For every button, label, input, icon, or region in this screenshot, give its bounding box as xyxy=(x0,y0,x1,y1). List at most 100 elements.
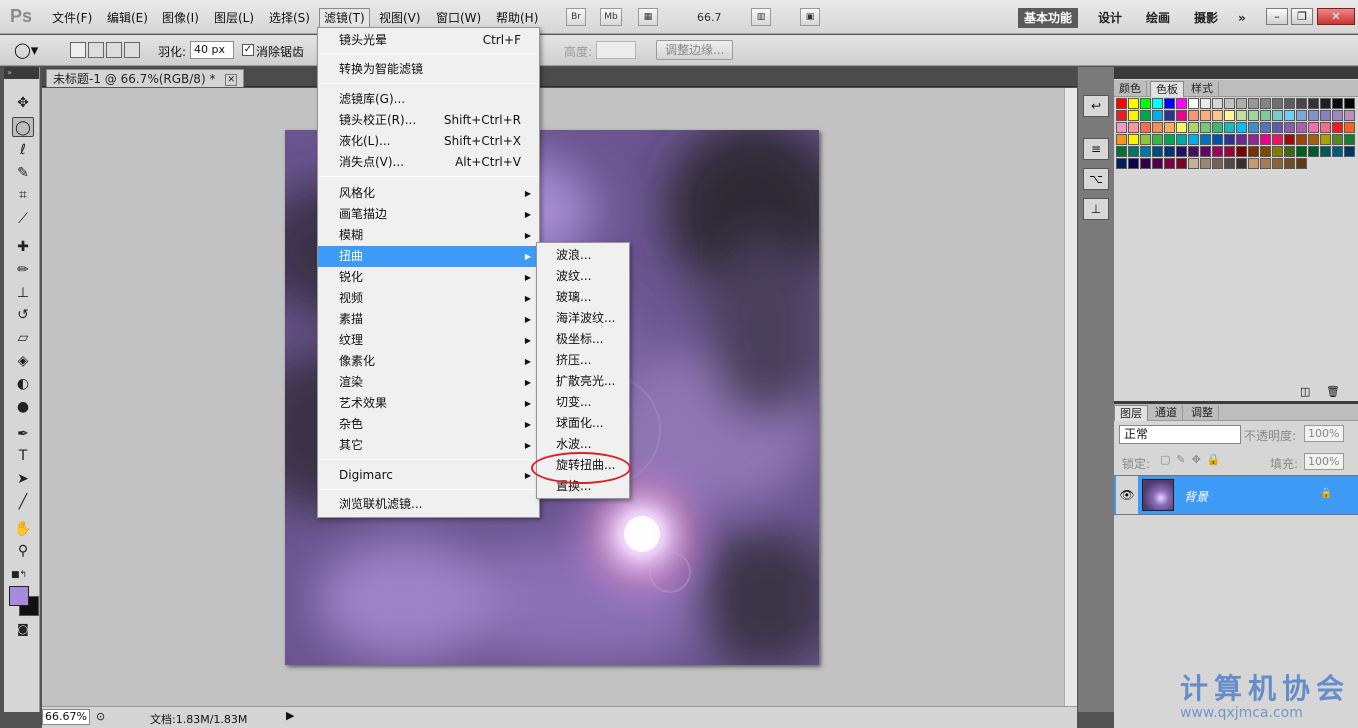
distort-item-wave[interactable]: 波浪... xyxy=(537,245,629,266)
eyedropper-tool-icon[interactable]: ⟋ xyxy=(12,209,34,229)
color-swatch[interactable] xyxy=(1212,134,1223,145)
filter-item-distort[interactable]: 扭曲 ▶ xyxy=(318,246,539,267)
color-swatch[interactable] xyxy=(1200,158,1211,169)
healing-brush-tool-icon[interactable]: ✚ xyxy=(12,237,34,257)
color-swatch[interactable] xyxy=(1200,98,1211,109)
screen-mode-icon[interactable]: ▣ xyxy=(800,8,820,26)
color-swatch[interactable] xyxy=(1272,158,1283,169)
document-tab[interactable]: 未标题-1 @ 66.7%(RGB/8) * ✕ xyxy=(46,69,245,87)
color-swatch[interactable] xyxy=(1140,158,1151,169)
menu-layer[interactable]: 图层(L) xyxy=(210,9,258,27)
filter-item-sharpen[interactable]: 锐化 ▶ xyxy=(318,267,539,288)
bridge-button[interactable]: Br xyxy=(566,8,586,26)
color-swatch[interactable] xyxy=(1140,122,1151,133)
antialias-checkbox[interactable]: ✓ xyxy=(242,44,254,56)
path-selection-tool-icon[interactable]: ➤ xyxy=(12,469,34,489)
layer-row-background[interactable]: 👁 背景 🔒 xyxy=(1114,475,1358,515)
color-swatch[interactable] xyxy=(1212,158,1223,169)
add-to-selection-icon[interactable] xyxy=(88,42,104,58)
color-swatch[interactable] xyxy=(1164,98,1175,109)
tab-swatches[interactable]: 色板 xyxy=(1150,81,1184,97)
color-swatch[interactable] xyxy=(1236,146,1247,157)
color-swatch[interactable] xyxy=(1284,158,1295,169)
status-settings-icon[interactable]: ⊙ xyxy=(96,710,105,723)
color-swatch[interactable] xyxy=(1152,158,1163,169)
color-swatch[interactable] xyxy=(1332,98,1343,109)
color-swatch[interactable] xyxy=(1272,146,1283,157)
color-swatch[interactable] xyxy=(1320,134,1331,145)
tools-panel-header[interactable]: » xyxy=(4,67,39,79)
color-swatch[interactable] xyxy=(1284,98,1295,109)
more-workspaces-icon[interactable]: » xyxy=(1232,8,1252,28)
color-swatch[interactable] xyxy=(1260,110,1271,121)
filter-item-digimarc[interactable]: Digimarc ▶ xyxy=(318,465,539,486)
height-input[interactable] xyxy=(596,41,636,59)
menu-edit[interactable]: 编辑(E) xyxy=(103,9,152,27)
line-tool-icon[interactable]: ╱ xyxy=(12,492,34,512)
color-swatch[interactable] xyxy=(1128,110,1139,121)
menu-window[interactable]: 窗口(W) xyxy=(432,9,485,27)
zoom-level[interactable]: 66.7 xyxy=(697,11,722,24)
restore-icon[interactable]: ❐ xyxy=(1291,8,1313,25)
color-swatch[interactable] xyxy=(1212,122,1223,133)
filter-item-texture[interactable]: 纹理 ▶ xyxy=(318,330,539,351)
minimize-icon[interactable]: – xyxy=(1266,8,1288,25)
lock-options-icon[interactable]: ▢✎✥🔒 xyxy=(1160,453,1227,466)
color-swatch[interactable] xyxy=(1344,146,1355,157)
color-swatch[interactable] xyxy=(1332,146,1343,157)
filter-item-video[interactable]: 视频 ▶ xyxy=(318,288,539,309)
distort-item-spherize[interactable]: 球面化... xyxy=(537,413,629,434)
eraser-tool-icon[interactable]: ▱ xyxy=(12,328,34,348)
color-swatch[interactable] xyxy=(1164,134,1175,145)
color-swatch[interactable] xyxy=(1344,98,1355,109)
color-swatch[interactable] xyxy=(1176,146,1187,157)
vertical-scrollbar[interactable] xyxy=(1064,88,1077,706)
filter-item-lens-correction[interactable]: 镜头校正(R)... Shift+Ctrl+R xyxy=(318,110,539,131)
subtract-from-selection-icon[interactable] xyxy=(106,42,122,58)
delete-swatch-icon[interactable]: 🗑 xyxy=(1326,385,1340,398)
color-swatch[interactable] xyxy=(1116,110,1127,121)
color-swatch[interactable] xyxy=(1188,158,1199,169)
color-swatch[interactable] xyxy=(1224,146,1235,157)
color-swatch[interactable] xyxy=(1308,146,1319,157)
color-swatch[interactable] xyxy=(1188,98,1199,109)
color-swatch[interactable] xyxy=(1260,146,1271,157)
color-swatch[interactable] xyxy=(1308,122,1319,133)
color-swatch[interactable] xyxy=(1320,122,1331,133)
filter-item-gallery[interactable]: 滤镜库(G)... xyxy=(318,89,539,110)
workspace-essentials[interactable]: 基本功能 xyxy=(1018,8,1079,28)
color-swatch[interactable] xyxy=(1248,122,1259,133)
color-swatch[interactable] xyxy=(1248,146,1259,157)
color-swatch[interactable] xyxy=(1308,98,1319,109)
color-swatch[interactable] xyxy=(1320,146,1331,157)
filter-item-browse-online[interactable]: 浏览联机滤镜... xyxy=(318,494,539,515)
close-icon[interactable]: ✕ xyxy=(1317,8,1355,25)
elliptical-marquee-tool-icon[interactable]: ◯ xyxy=(12,117,34,137)
menu-image[interactable]: 图像(I) xyxy=(158,9,203,27)
color-swatch[interactable] xyxy=(1116,134,1127,145)
color-swatch[interactable] xyxy=(1236,98,1247,109)
filter-item-noise[interactable]: 杂色 ▶ xyxy=(318,414,539,435)
tab-adjustments[interactable]: 调整 xyxy=(1186,405,1219,421)
hand-tool-icon[interactable]: ✋ xyxy=(12,519,34,539)
color-swatch[interactable] xyxy=(1140,134,1151,145)
color-swatch[interactable] xyxy=(1212,98,1223,109)
color-swatch[interactable] xyxy=(1236,158,1247,169)
filter-item-sketch[interactable]: 素描 ▶ xyxy=(318,309,539,330)
status-menu-arrow-icon[interactable]: ▶ xyxy=(286,709,294,722)
color-swatch[interactable] xyxy=(1152,122,1163,133)
color-swatch[interactable] xyxy=(1332,122,1343,133)
filter-item-stylize[interactable]: 风格化 ▶ xyxy=(318,183,539,204)
view-extras-icon[interactable]: ▦ xyxy=(638,8,658,26)
distort-item-ripple[interactable]: 波纹... xyxy=(537,266,629,287)
layer-visibility-eye-icon[interactable]: 👁 xyxy=(1116,476,1138,514)
color-swatch[interactable] xyxy=(1272,122,1283,133)
color-swatch[interactable] xyxy=(1152,146,1163,157)
color-swatch[interactable] xyxy=(1200,110,1211,121)
color-swatch[interactable] xyxy=(1188,146,1199,157)
color-swatch[interactable] xyxy=(1140,110,1151,121)
color-swatch[interactable] xyxy=(1152,134,1163,145)
color-swatch[interactable] xyxy=(1308,134,1319,145)
refine-edge-button[interactable]: 调整边缘... xyxy=(656,40,734,60)
color-swatch[interactable] xyxy=(1188,110,1199,121)
